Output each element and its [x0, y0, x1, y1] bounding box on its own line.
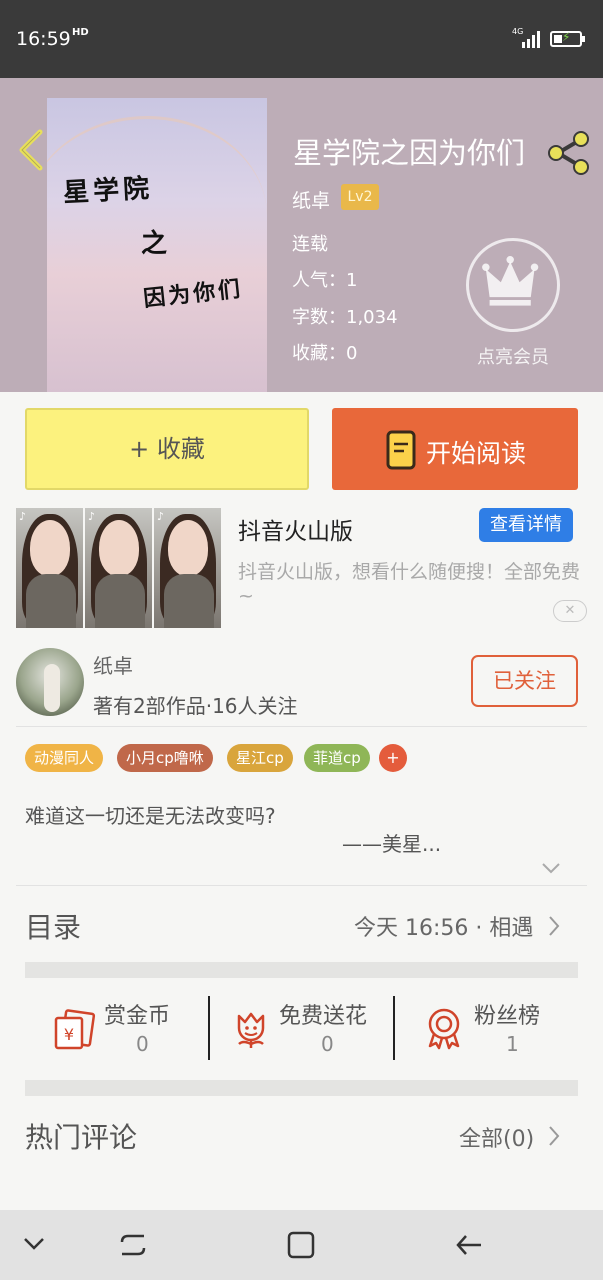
hot-comments-title: 热门评论 — [25, 1121, 138, 1154]
system-nav-bar — [0, 1210, 603, 1280]
tag-item[interactable]: 小月cp噜咻 — [117, 744, 213, 772]
crown-icon — [482, 255, 539, 306]
start-reading-label: 开始阅读 — [426, 439, 527, 468]
svg-text:¥: ¥ — [64, 1025, 74, 1044]
book-header: 星学院 之 因为你们 星学院之因为你们 纸卓 Lv2 连载 人气：1 字数：1,… — [0, 78, 603, 392]
toc-title[interactable]: 目录 — [25, 906, 81, 946]
follow-button[interactable]: 已关注 — [471, 655, 578, 707]
book-word-count: 字数：1,034 — [292, 307, 398, 328]
ad-banner[interactable]: ♪ ♪ ♪ 抖音火山版 查看详情 抖音火山版，想看什么随便搜！全部免费~ ✕ — [16, 508, 591, 630]
network-type: 4G — [512, 27, 524, 36]
chevron-down-icon[interactable] — [22, 1236, 46, 1252]
battery-icon: ⚡ — [550, 30, 585, 47]
book-icon — [386, 430, 416, 470]
toc-latest-chapter[interactable]: 今天 16:56 · 相遇 — [354, 910, 533, 942]
synopsis-line1: 难道这一切还是无法改变吗? — [25, 804, 276, 828]
start-reading-button[interactable]: 开始阅读 — [332, 408, 578, 490]
all-comments-link[interactable]: 全部(0) — [459, 1121, 534, 1153]
reward-count: 0 — [136, 1032, 149, 1056]
reward-label: 赏金币 — [104, 1004, 171, 1029]
tag-item[interactable]: 动漫同人 — [25, 744, 104, 772]
coin-envelope-icon: ¥ — [54, 1009, 96, 1050]
send-flower-button[interactable]: 免费送花 0 — [229, 996, 409, 1060]
divider — [16, 885, 587, 886]
section-separator — [25, 962, 578, 978]
reward-label: 免费送花 — [279, 1004, 368, 1029]
book-favorites: 收藏：0 — [292, 343, 358, 364]
author-card-name[interactable]: 纸卓 — [93, 650, 133, 679]
level-badge: Lv2 — [341, 184, 379, 210]
reward-label: 粉丝榜 — [474, 1004, 541, 1029]
divider — [393, 996, 395, 1060]
section-separator — [25, 1080, 578, 1096]
author-card-stats: 著有2部作品·16人关注 — [93, 694, 298, 718]
medal-icon — [428, 1008, 460, 1050]
vip-button[interactable] — [466, 238, 560, 332]
status-time: 16:59 — [16, 28, 71, 50]
back-arrow-icon[interactable] — [16, 128, 46, 172]
home-icon[interactable] — [286, 1230, 316, 1260]
book-status: 连载 — [292, 234, 328, 255]
reward-count: 0 — [321, 1032, 334, 1056]
chevron-down-icon[interactable] — [540, 860, 562, 876]
book-title: 星学院之因为你们 — [293, 136, 526, 170]
view-details-button[interactable]: 查看详情 — [479, 508, 573, 542]
book-popularity: 人气：1 — [292, 270, 358, 291]
ad-title: 抖音火山版 — [238, 519, 353, 545]
synopsis-line2: ——美星... — [342, 832, 442, 856]
cover-title-line2: 之 — [141, 229, 168, 259]
back-icon[interactable] — [454, 1230, 484, 1260]
divider — [16, 726, 587, 727]
tag-item[interactable]: 菲道cp — [304, 744, 370, 772]
ad-description: 抖音火山版，想看什么随便搜！全部免费~ — [238, 561, 581, 607]
book-cover[interactable]: 星学院 之 因为你们 — [47, 98, 267, 392]
ad-close-button[interactable]: ✕ — [553, 600, 587, 622]
tag-item[interactable]: 星江cp — [227, 744, 293, 772]
divider — [208, 996, 210, 1060]
status-bar: 16:59 HD 4G ⚡ — [0, 0, 603, 78]
chevron-right-icon — [549, 916, 560, 936]
recent-apps-icon[interactable] — [118, 1230, 148, 1260]
chevron-right-icon — [549, 1126, 560, 1146]
collect-button[interactable]: + 收藏 — [25, 408, 309, 490]
book-author[interactable]: 纸卓 — [292, 186, 330, 213]
reward-count: 1 — [506, 1032, 519, 1056]
author-avatar[interactable] — [16, 648, 84, 716]
vip-label[interactable]: 点亮会员 — [466, 343, 560, 369]
flower-icon — [237, 1012, 265, 1048]
share-icon[interactable] — [546, 130, 592, 176]
cover-title-line1: 星学院 — [62, 173, 154, 209]
reward-coins-button[interactable]: ¥ 赏金币 0 — [54, 996, 234, 1060]
ad-image[interactable]: ♪ ♪ ♪ — [16, 508, 221, 628]
hd-indicator: HD — [72, 27, 89, 38]
more-tags-button[interactable]: + — [379, 744, 407, 772]
fan-ranking-button[interactable]: 粉丝榜 1 — [424, 996, 603, 1060]
